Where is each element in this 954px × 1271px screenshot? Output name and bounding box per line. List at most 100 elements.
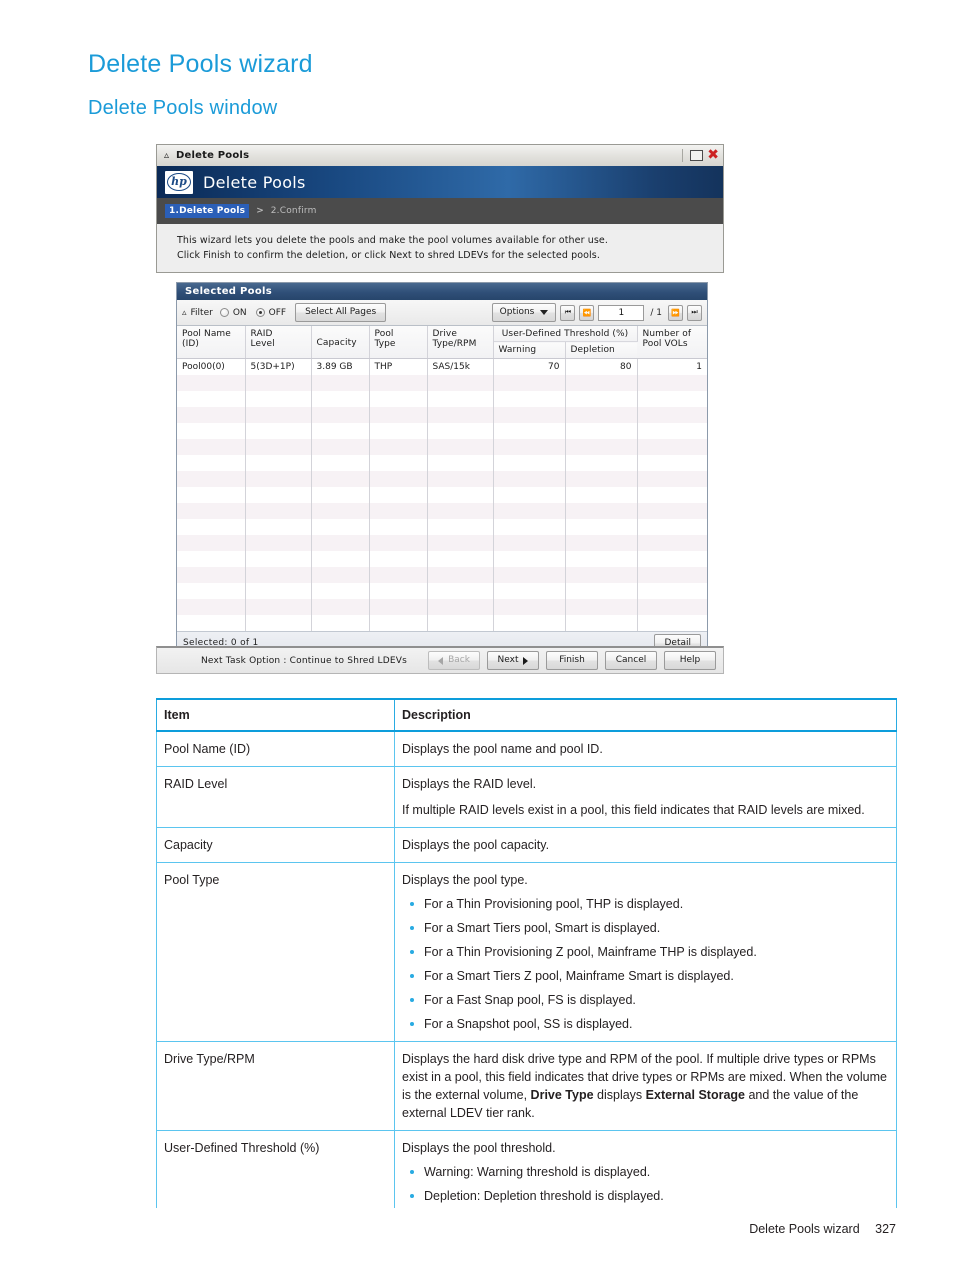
cell-empty xyxy=(637,407,707,423)
cell-empty xyxy=(565,391,638,407)
cell-empty xyxy=(245,599,312,615)
cell-empty xyxy=(493,599,566,615)
desc-bullet-item: For a Smart Tiers pool, Smart is display… xyxy=(402,919,888,937)
next-button[interactable]: Next xyxy=(487,651,539,670)
cell-empty xyxy=(245,391,312,407)
table-row-empty xyxy=(177,567,707,583)
page-next-icon[interactable]: ⏩ xyxy=(668,304,683,321)
triangle-right-icon xyxy=(523,656,529,665)
cell-empty xyxy=(493,615,566,631)
cell-empty xyxy=(427,535,494,551)
desc-cell-item: Capacity xyxy=(156,827,395,863)
cell-empty xyxy=(311,455,370,471)
cell-capacity: 3.89 GB xyxy=(311,358,370,375)
filter-radio-off[interactable] xyxy=(255,308,265,317)
cell-empty xyxy=(427,439,494,455)
maximize-icon[interactable] xyxy=(690,150,704,161)
filter-radio-on-label: ON xyxy=(232,307,247,318)
cell-empty xyxy=(637,487,707,503)
delete-pools-dialog: ▵ Delete Pools ✖ hp Delete Pools 1.Delet… xyxy=(156,144,724,273)
help-button[interactable]: Help xyxy=(664,651,716,670)
cell-empty xyxy=(311,519,370,535)
back-button[interactable]: Back xyxy=(428,651,480,670)
cell-empty xyxy=(637,391,707,407)
selected-pools-panel: Selected Pools ▵ Filter ON OFF Select Al… xyxy=(176,282,708,655)
cell-empty xyxy=(637,583,707,599)
cell-empty xyxy=(493,487,566,503)
desc-bullet-list: For a Thin Provisioning pool, THP is dis… xyxy=(402,895,888,1033)
cell-empty xyxy=(369,519,428,535)
cell-empty xyxy=(177,407,246,423)
page-footer: Delete Pools wizard 327 xyxy=(749,1222,896,1236)
cell-empty xyxy=(637,599,707,615)
desc-bullet-list: Warning: Warning threshold is displayed.… xyxy=(402,1163,888,1205)
cell-empty xyxy=(637,375,707,391)
cell-empty xyxy=(177,615,246,631)
filter-chevron-icon[interactable]: ▵ xyxy=(182,308,187,318)
col-depletion[interactable]: Depletion xyxy=(565,341,637,359)
cell-empty xyxy=(637,471,707,487)
col-raid-level[interactable]: RAID Level xyxy=(245,326,312,359)
finish-button[interactable]: Finish xyxy=(546,651,598,670)
desc-paragraph: Displays the pool name and pool ID. xyxy=(402,742,603,756)
page-number: 327 xyxy=(875,1222,896,1236)
col-pool-name[interactable]: Pool Name (ID) xyxy=(177,326,246,359)
col-group-user-defined-threshold: User-Defined Threshold (%) xyxy=(493,326,638,342)
page-title: Delete Pools wizard xyxy=(88,50,313,78)
page-last-icon[interactable]: ⏭ xyxy=(687,304,702,321)
table-row-empty xyxy=(177,615,707,631)
filter-radio-on[interactable] xyxy=(219,308,229,317)
caret-down-icon xyxy=(540,310,549,315)
cell-empty xyxy=(565,615,638,631)
cell-empty xyxy=(369,551,428,567)
cell-empty xyxy=(369,407,428,423)
cancel-button[interactable]: Cancel xyxy=(605,651,657,670)
dialog-title: Delete Pools xyxy=(176,150,250,161)
desc-bullet-item: For a Snapshot pool, SS is displayed. xyxy=(402,1015,888,1033)
cell-empty xyxy=(311,551,370,567)
chevron-up-icon[interactable]: ▵ xyxy=(164,150,169,161)
table-row[interactable]: Pool00(0) 5(3D+1P) 3.89 GB THP SAS/15k 7… xyxy=(177,358,707,375)
options-button[interactable]: Options xyxy=(491,303,557,322)
col-drive-type-rpm[interactable]: Drive Type/RPM xyxy=(427,326,494,359)
close-icon[interactable]: ✖ xyxy=(707,148,719,162)
col-pool-vols-line2: Pool VOLs xyxy=(642,339,688,349)
page-number-input[interactable]: 1 xyxy=(598,304,645,321)
cell-empty xyxy=(493,407,566,423)
breadcrumb-step-1[interactable]: 1.Delete Pools xyxy=(165,204,250,218)
desc-cell-item: Pool Name (ID) xyxy=(156,730,395,767)
cell-empty xyxy=(427,455,494,471)
cell-warning: 70 xyxy=(493,358,566,375)
col-warning[interactable]: Warning xyxy=(493,341,566,359)
cell-empty xyxy=(565,423,638,439)
desc-paragraph: Displays the pool capacity. xyxy=(402,838,550,852)
window-buttons: ✖ xyxy=(682,145,719,166)
desc-cell-description: Displays the RAID level. If multiple RAID… xyxy=(394,766,897,828)
cell-empty xyxy=(565,535,638,551)
cell-empty xyxy=(369,487,428,503)
cell-empty xyxy=(369,615,428,631)
col-pool-type[interactable]: Pool Type xyxy=(369,326,428,359)
cell-empty xyxy=(565,567,638,583)
cell-empty xyxy=(369,391,428,407)
page-first-icon[interactable]: ⏮ xyxy=(560,304,576,321)
col-capacity[interactable]: Capacity xyxy=(311,326,370,359)
page-prev-icon[interactable]: ⏪ xyxy=(579,304,595,321)
cell-empty xyxy=(493,535,566,551)
col-pool-type-line2: Type xyxy=(374,339,396,349)
cell-empty xyxy=(245,551,312,567)
table-row: RAID Level Displays the RAID level. If mul… xyxy=(156,766,897,828)
breadcrumb-step-2[interactable]: 2.Confirm xyxy=(271,206,317,216)
cell-empty xyxy=(637,455,707,471)
dialog-description-line-1: This wizard lets you delete the pools an… xyxy=(177,235,608,246)
page-total-label: / 1 xyxy=(650,307,662,318)
table-row-empty xyxy=(177,391,707,407)
desc-paragraph: If multiple RAID levels exist in a pool,… xyxy=(402,803,865,817)
select-all-pages-button[interactable]: Select All Pages xyxy=(295,303,387,322)
col-number-of-pool-vols[interactable]: Number of Pool VOLs xyxy=(637,326,707,359)
cell-empty xyxy=(245,535,312,551)
cell-empty xyxy=(369,567,428,583)
cell-empty xyxy=(245,375,312,391)
cell-empty xyxy=(565,583,638,599)
cell-empty xyxy=(369,471,428,487)
